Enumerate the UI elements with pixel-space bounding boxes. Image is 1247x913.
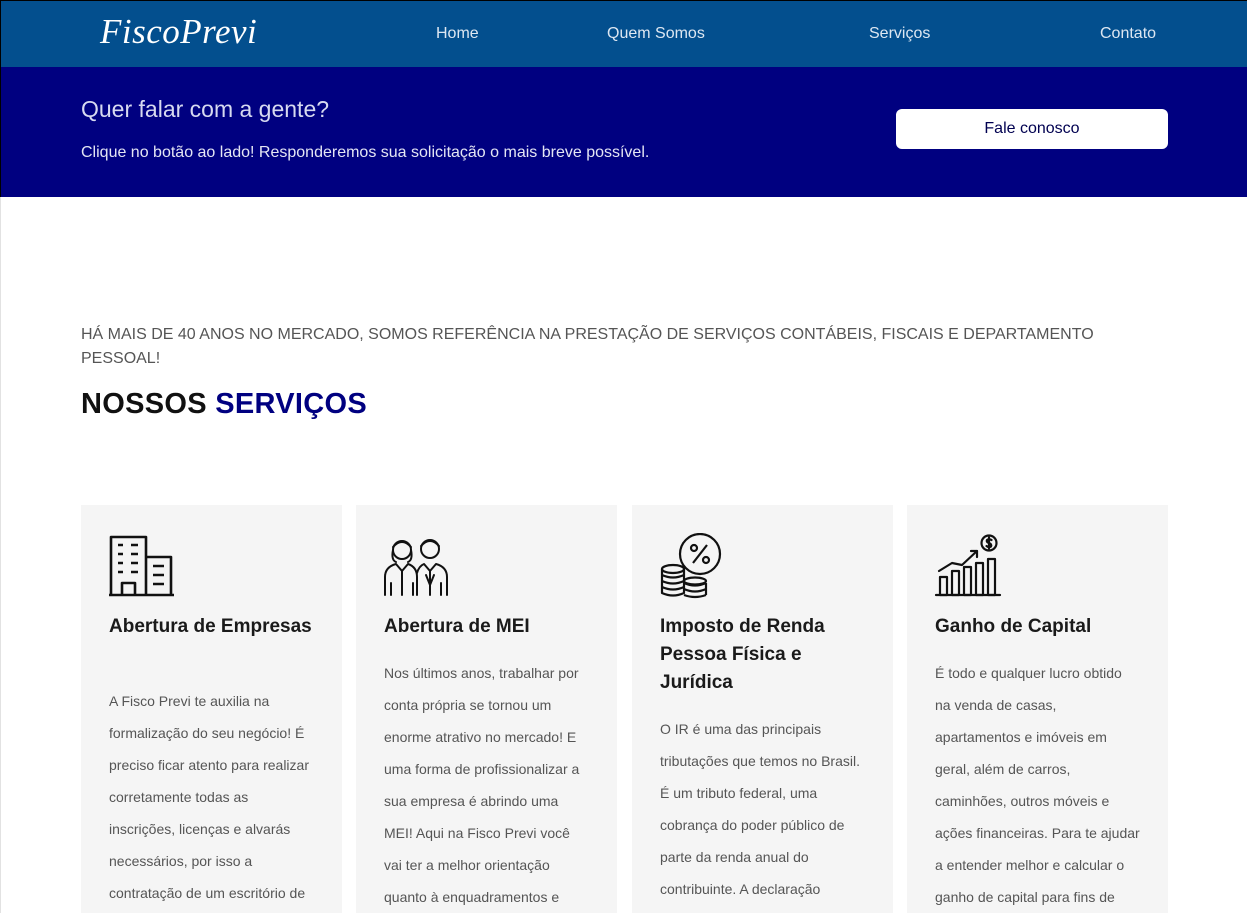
service-card-title: Abertura de MEI — [384, 616, 530, 637]
services-section: Há mais de 40 anos no mercado, somos ref… — [0, 197, 1247, 913]
service-card-text-line: A Fisco Previ te auxilia na — [109, 693, 270, 709]
service-card-text-line: vai ter a melhor orientação — [384, 857, 550, 873]
service-card-text-line: sua empresa é abrindo uma — [384, 793, 559, 809]
service-card-text-line: geral, além de carros, — [935, 761, 1071, 777]
service-card-abertura-mei: Abertura de MEI Nos últimos anos, trabal… — [356, 505, 617, 913]
nav-link-quem-somos[interactable]: Quem Somos — [607, 25, 705, 43]
service-card-text-line: na venda de casas, — [935, 697, 1057, 713]
service-card-text-line: É um tributo federal, uma — [660, 785, 818, 801]
nav-link-servicos[interactable]: Serviços — [869, 25, 930, 43]
service-card-text-line: cobrança do poder público de — [660, 817, 845, 833]
intro-lead: Há mais de 40 anos no mercado, somos ref… — [81, 326, 1094, 367]
service-card-text-line: caminhões, outros móveis e — [935, 793, 1110, 809]
service-card-text: A Fisco Previ te auxilia na formalização… — [109, 685, 324, 909]
service-card-text-line: apartamentos e imóveis em — [935, 729, 1107, 745]
service-card-text-line: uma forma de profissionalizar a — [384, 761, 580, 777]
building-icon — [109, 535, 174, 597]
service-card-title: Abertura de Empresas — [109, 616, 312, 637]
contact-banner: Quer falar com a gente? Clique no botão … — [0, 67, 1247, 197]
navbar: FiscoPrevi Home Quem Somos Serviços Cont… — [0, 0, 1247, 67]
percent-coins-icon — [660, 533, 722, 599]
fale-conosco-button[interactable]: Fale conosco — [896, 109, 1168, 149]
service-card-text: É todo e qualquer lucro obtido na venda … — [935, 657, 1150, 913]
service-card-text-line: quanto à enquadramentos e — [384, 889, 560, 905]
service-card-title: Ganho de Capital — [935, 616, 1092, 637]
service-card-text-line: ações financeiras. Para te ajudar — [935, 825, 1140, 841]
service-card-imposto-renda: Imposto de Renda Pessoa Física e Jurídic… — [632, 505, 893, 913]
service-card-text-line: ganho de capital para fins de — [935, 889, 1115, 905]
service-card-text-line: necessários, por isso a — [109, 853, 253, 869]
service-card-text: O IR é uma das principais tributações qu… — [660, 713, 875, 905]
contact-banner-text: Clique no botão ao lado! Responderemos s… — [81, 144, 650, 161]
service-card-text-line: MEI! Aqui na Fisco Previ você — [384, 825, 570, 841]
service-card-text-line: formalização do seu negócio! É — [109, 725, 305, 741]
section-title-part1: NOSSOS — [81, 388, 207, 420]
service-card-text-line: a entender melhor e calcular o — [935, 857, 1125, 873]
service-card-text-line: inscrições, licenças e alvarás — [109, 821, 291, 837]
nav-link-contato[interactable]: Contato — [1100, 25, 1156, 43]
service-card-text-line: enorme atrativo no mercado! E — [384, 729, 577, 745]
nav-link-home[interactable]: Home — [436, 25, 479, 43]
service-card-text-line: preciso ficar atento para realizar — [109, 757, 309, 773]
service-card-abertura-empresas: Abertura de Empresas A Fisco Previ te au… — [81, 505, 342, 913]
logo[interactable]: FiscoPrevi — [100, 12, 257, 52]
service-card-text-line: O IR é uma das principais — [660, 721, 822, 737]
section-title-accent: SERVIÇOS — [215, 388, 367, 420]
service-card-text-line: contratação de um escritório de — [109, 885, 306, 901]
growth-chart-icon — [934, 534, 1002, 597]
service-card-text-line: corretamente todas as — [109, 789, 249, 805]
service-card-title: Imposto de Renda Pessoa Física e Jurídic… — [660, 616, 825, 693]
people-icon — [384, 539, 448, 596]
service-card-text-line: parte da renda anual do — [660, 849, 809, 865]
service-card-text: Nos últimos anos, trabalhar por conta pr… — [384, 657, 599, 913]
service-card-text-line: conta própria se tornou um — [384, 697, 552, 713]
contact-banner-title: Quer falar com a gente? — [81, 96, 330, 122]
service-card-ganho-capital: Ganho de Capital É todo e qualquer lucro… — [907, 505, 1168, 913]
service-card-text-line: Nos últimos anos, trabalhar por — [384, 665, 579, 681]
section-title: NOSSOS SERVIÇOS — [81, 388, 367, 421]
service-card-text-line: É todo e qualquer lucro obtido — [935, 665, 1122, 681]
service-card-text-line: tributações que temos no Brasil. — [660, 753, 860, 769]
service-card-text-line: contribuinte. A declaração — [660, 881, 821, 897]
